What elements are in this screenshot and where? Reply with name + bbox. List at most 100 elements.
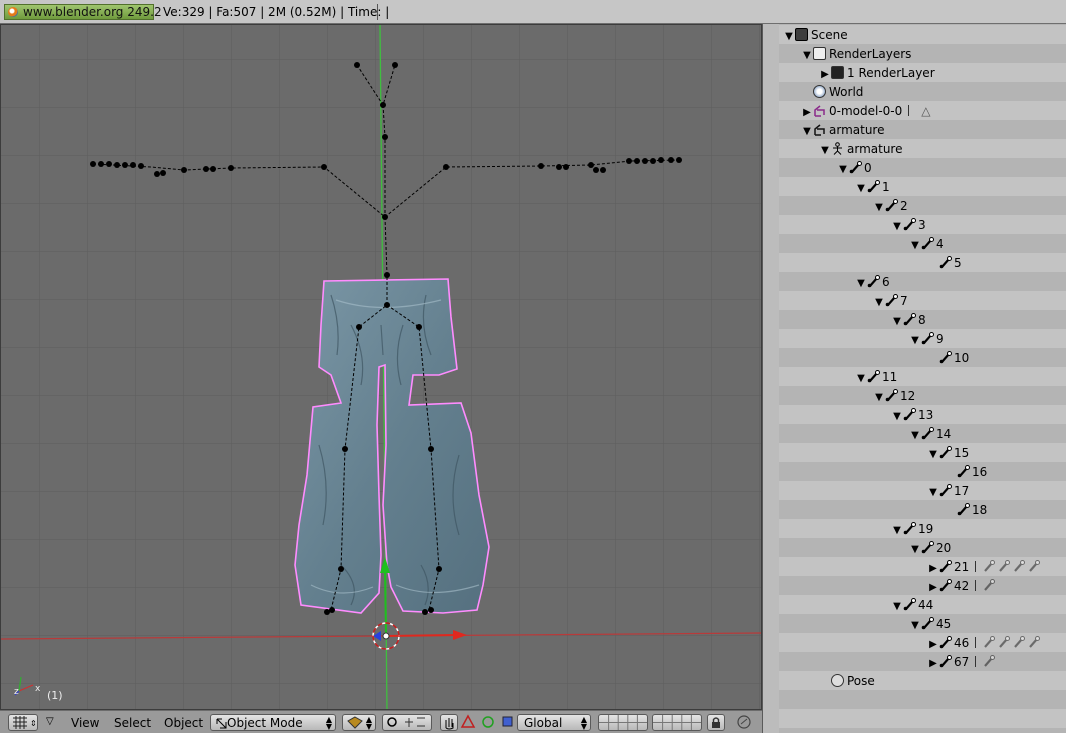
outliner-item[interactable]: ▶ 67 [927,653,997,672]
lock-layers-button[interactable] [707,714,725,731]
expand-triangle-icon[interactable]: ▶ [801,103,813,122]
bone-icon [921,332,936,346]
collapse-triangle-icon[interactable]: ▼ [855,274,867,293]
outliner-item[interactable]: ▼ 19 [891,520,933,539]
mode-selector[interactable]: Object Mode ▲ ▼ [210,714,336,731]
collapse-triangle-icon[interactable]: ▼ [909,236,921,255]
collapse-triangle-icon[interactable]: ▼ [891,407,903,426]
outliner-item[interactable]: ▼ 17 [927,482,969,501]
outliner-item[interactable]: ▼ RenderLayers [801,45,911,64]
collapse-triangle-icon[interactable]: ▼ [891,217,903,236]
collapse-menus-icon[interactable]: ▽ [46,716,54,733]
outliner-item[interactable]: ▼ armature [819,140,902,159]
outliner-item[interactable]: 10 [927,349,969,368]
collapse-triangle-icon[interactable]: ▼ [909,426,921,445]
collapse-triangle-icon[interactable]: ▼ [855,179,867,198]
collapse-triangle-icon[interactable]: ▼ [909,331,921,350]
outliner-item[interactable]: ▼ 12 [873,387,915,406]
outliner-item[interactable]: ▶ 21 [927,558,1042,577]
pivot-selector[interactable] [382,714,432,731]
outliner-item[interactable]: ▼ Scene [783,26,848,45]
collapse-triangle-icon[interactable]: ▼ [909,616,921,635]
collapse-triangle-icon[interactable]: ▼ [927,445,939,464]
outliner-item[interactable]: ▼ 3 [891,216,926,235]
outliner-item-label: 1 RenderLayer [847,66,935,80]
collapse-triangle-icon[interactable]: ▼ [891,521,903,540]
select-menu[interactable]: Select [114,716,151,730]
rotate-manipulator-button[interactable] [480,714,496,731]
scale-manipulator-button[interactable] [500,714,516,731]
outliner-item[interactable]: ▶ 46 [927,634,1042,653]
collapse-triangle-icon[interactable]: ▼ [891,597,903,616]
svg-text:x: x [35,684,41,694]
collapse-triangle-icon[interactable]: ▼ [819,141,831,160]
outliner-item[interactable]: ▼ 13 [891,406,933,425]
collapse-triangle-icon[interactable]: ▼ [927,483,939,502]
collapse-triangle-icon[interactable]: ▼ [873,293,885,312]
collapse-triangle-icon[interactable]: ▼ [783,27,795,46]
orientation-selector[interactable]: Global ▲ ▼ [517,714,591,731]
outliner-item[interactable]: ▼ 7 [873,292,908,311]
collapse-triangle-icon[interactable]: ▼ [837,160,849,179]
collapse-triangle-icon[interactable]: ▼ [801,122,813,141]
collapse-triangle-icon[interactable]: ▼ [801,46,813,65]
viewport-canvas[interactable]: x z [1,25,762,710]
row-separator [908,105,910,116]
outliner-item-label: 19 [918,522,934,536]
pose-icon [831,674,847,688]
outliner-item[interactable]: ▼ 20 [909,539,951,558]
outliner-item[interactable]: World [801,83,863,102]
outliner-item[interactable]: 16 [945,463,987,482]
draw-type-selector[interactable]: ▲ ▼ [342,714,376,731]
outliner-item[interactable]: ▼ 1 [855,178,890,197]
outliner-item[interactable]: ▼ 2 [873,197,908,216]
outliner-item[interactable]: ▼ 15 [927,444,969,463]
area-splitter[interactable] [762,24,779,733]
outliner-item[interactable]: ▼ 8 [891,311,926,330]
translate-manipulator-button[interactable] [460,714,476,731]
expand-triangle-icon[interactable]: ▶ [927,578,939,597]
expand-triangle-icon[interactable]: ▶ [927,654,939,673]
outliner-item[interactable]: ▼ 14 [909,425,951,444]
expand-triangle-icon[interactable]: ▶ [927,635,939,654]
outliner-item[interactable]: ▶ 42 [927,577,997,596]
collapse-triangle-icon[interactable]: ▼ [873,198,885,217]
expand-triangle-icon[interactable]: ▶ [819,65,831,84]
collapse-triangle-icon[interactable]: ▼ [855,369,867,388]
layer-buttons-1[interactable] [598,714,648,731]
collapse-triangle-icon[interactable]: ▼ [909,540,921,559]
dropdown-arrows-icon: ▲ ▼ [580,715,587,731]
layer-buttons-2[interactable] [652,714,702,731]
outliner-item[interactable]: ▼ 4 [909,235,944,254]
render-icon [737,715,751,729]
collapse-triangle-icon[interactable]: ▼ [873,388,885,407]
outliner-item-label: 0-model-0-0 [829,104,903,118]
manipulator-toggle[interactable] [440,714,458,731]
outliner-item[interactable]: ▶ 1 RenderLayer [819,64,935,83]
render-preview-button[interactable] [735,714,753,731]
outliner-item-label: Scene [811,28,848,42]
3d-viewport[interactable]: x z (1) [0,24,762,710]
outliner-item[interactable]: ▼ 11 [855,368,897,387]
outliner-item[interactable]: Pose [819,672,875,691]
outliner-item[interactable]: ▼ 6 [855,273,890,292]
object-menu[interactable]: Object [164,716,203,730]
collapse-triangle-icon[interactable]: ▼ [891,312,903,331]
outliner-item[interactable]: ▶ 0-model-0-0 △ [801,102,930,122]
outliner-item[interactable]: ▼ 0 [837,159,872,178]
outliner-item[interactable]: ▼ 45 [909,615,951,634]
outliner-panel[interactable]: ▼ Scene ▼ RenderLayers ▶ 1 RenderLayer World ▶ 0… [779,24,1066,733]
editor-type-button[interactable]: ⇕ [8,714,38,731]
outliner-item[interactable]: ▼ 44 [891,596,933,615]
3d-view-header: ⇕ ▽ View Select Object Object Mode ▲ ▼ ▲ ▼… [0,710,762,733]
outliner-item[interactable]: 5 [927,254,962,273]
outliner-item-label: World [829,85,864,99]
bone-icon [957,465,972,479]
outliner-item[interactable]: ▼ 9 [909,330,944,349]
blender-logo-button[interactable]: www.blender.org 249.2 [4,4,162,20]
bone-icon [867,370,882,384]
outliner-item[interactable]: 18 [945,501,987,520]
outliner-item[interactable]: ▼ armature [801,121,884,140]
view-menu[interactable]: View [71,716,99,730]
expand-triangle-icon[interactable]: ▶ [927,559,939,578]
